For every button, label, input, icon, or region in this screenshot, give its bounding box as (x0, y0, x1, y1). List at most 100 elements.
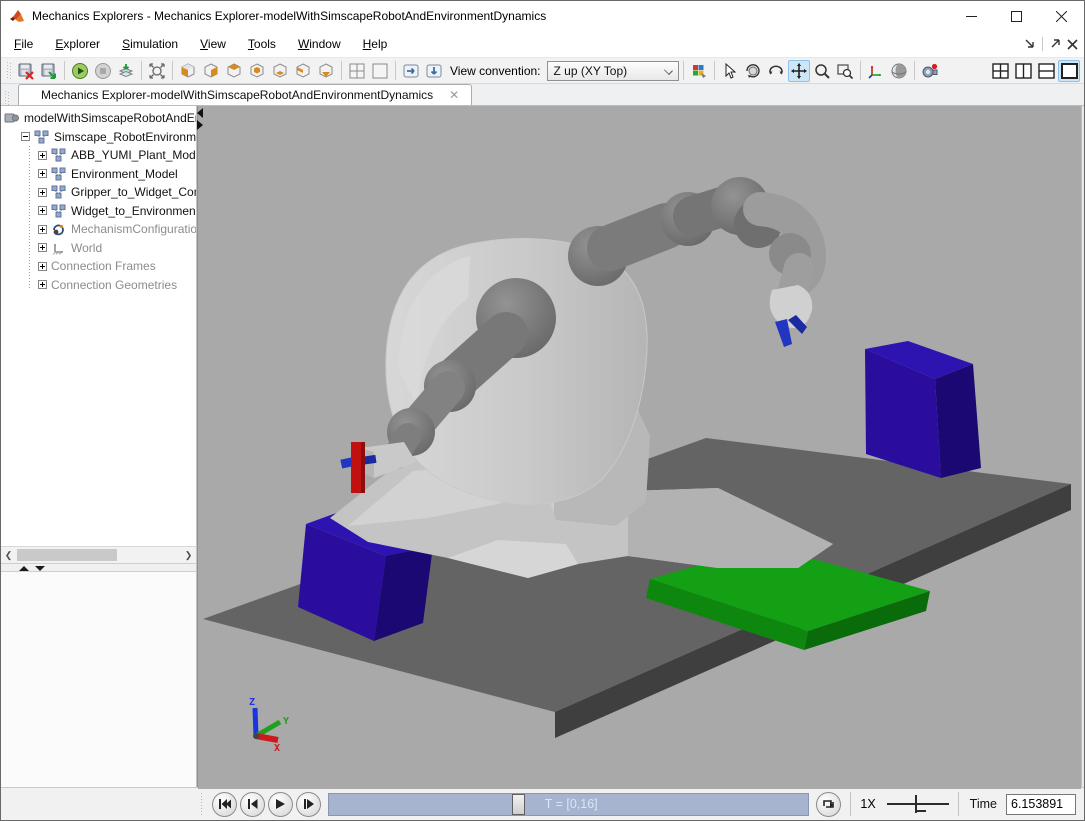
top-view-cube-icon[interactable] (246, 60, 268, 82)
tabbar-grip[interactable] (5, 91, 10, 105)
dock-right-icon[interactable] (400, 60, 422, 82)
play-icon[interactable] (69, 60, 91, 82)
divider (850, 792, 851, 816)
zoom-tool-icon[interactable] (811, 60, 833, 82)
visual-settings-icon[interactable] (688, 60, 710, 82)
3d-viewport[interactable]: Z Y X (197, 106, 1081, 787)
explorer-tab[interactable]: Mechanics Explorer-modelWithSimscapeRobo… (18, 84, 472, 105)
playbar-grip[interactable] (201, 793, 206, 815)
go-to-start-button[interactable] (212, 792, 237, 817)
time-input[interactable] (1006, 794, 1076, 815)
splitter-collapse-left-icon[interactable] (197, 108, 203, 118)
minimize-button[interactable] (949, 1, 994, 31)
close-button[interactable] (1039, 1, 1084, 31)
scroll-left-icon[interactable]: ❮ (2, 549, 15, 562)
menu-item[interactable]: Window (287, 32, 352, 56)
view-convention-dropdown[interactable]: Z up (XY Top) (547, 61, 679, 81)
tree-toggle[interactable] (38, 151, 47, 160)
menu-item[interactable]: Explorer (44, 32, 111, 56)
view-convention-label: View convention: (450, 64, 541, 78)
playback-bar: T = [0,16] 1X Time (1, 787, 1084, 820)
fit-to-view-icon[interactable] (146, 60, 168, 82)
layout-single-icon[interactable] (1058, 60, 1080, 82)
tree-toggle[interactable] (38, 225, 47, 234)
tree-item-icon (51, 185, 67, 199)
stop-icon[interactable] (92, 60, 114, 82)
tree-toggle[interactable] (38, 280, 47, 289)
dock-arrow-icon[interactable] (1024, 38, 1036, 50)
tree-toggle[interactable] (38, 188, 47, 197)
panel-splitter[interactable] (1, 563, 196, 572)
tree-item-label: Widget_to_Environment_Contact (71, 204, 196, 218)
step-forward-button[interactable] (296, 792, 321, 817)
time-slider-thumb[interactable] (512, 794, 525, 815)
side-view-cube-icon[interactable] (292, 60, 314, 82)
tree-item[interactable]: World (1, 239, 196, 258)
view-ball-icon[interactable] (888, 60, 910, 82)
scroll-right-icon[interactable]: ❯ (182, 549, 195, 562)
undock-arrow-icon[interactable] (1049, 38, 1061, 50)
iso-view-cube-icon[interactable] (177, 60, 199, 82)
show-triad-icon[interactable] (865, 60, 887, 82)
four-pane-view-icon[interactable] (346, 60, 368, 82)
tree-toggle[interactable] (38, 262, 47, 271)
menu-item[interactable]: Simulation (111, 32, 189, 56)
splitter-expand-right-icon[interactable] (197, 120, 203, 130)
tree-item[interactable]: Connection Frames (1, 257, 196, 276)
tree-item[interactable]: MechanismConfiguration (1, 220, 196, 239)
roll-tool-icon[interactable] (765, 60, 787, 82)
tree-item[interactable]: Environment_Model (1, 165, 196, 184)
single-pane-view-icon[interactable] (369, 60, 391, 82)
tree-toggle[interactable] (21, 132, 30, 141)
time-slider-track[interactable]: T = [0,16] (328, 793, 809, 816)
tree-toggle[interactable] (38, 243, 47, 252)
layout-hsplit-icon[interactable] (1035, 60, 1057, 82)
time-range-label: T = [0,16] (545, 797, 598, 811)
tree-toggle[interactable] (38, 206, 47, 215)
tree-horizontal-scrollbar[interactable]: ❮ ❯ (1, 546, 196, 563)
toolbar-grip[interactable] (7, 62, 12, 80)
layout-grid-icon[interactable] (989, 60, 1011, 82)
step-back-button[interactable] (240, 792, 265, 817)
export-model-icon[interactable] (38, 60, 60, 82)
menubar: FileExplorerSimulationViewToolsWindowHel… (1, 31, 1084, 58)
front-view-cube-icon[interactable] (200, 60, 222, 82)
layout-vsplit-icon[interactable] (1012, 60, 1034, 82)
divider (958, 792, 959, 816)
dock-down-icon[interactable] (423, 60, 445, 82)
orbit-tool-icon[interactable] (742, 60, 764, 82)
tree-item[interactable]: Connection Geometries (1, 276, 196, 295)
tree-item-label: World (71, 241, 102, 255)
bottom-view-cube-icon[interactable] (269, 60, 291, 82)
record-video-icon[interactable] (919, 60, 941, 82)
menu-item[interactable]: Help (352, 32, 399, 56)
tree-item[interactable]: Widget_to_Environment_Contact (1, 202, 196, 221)
speed-slider[interactable] (887, 793, 949, 815)
menu-item[interactable]: Tools (237, 32, 287, 56)
select-tool-icon[interactable] (719, 60, 741, 82)
save-model-icon[interactable] (15, 60, 37, 82)
menu-item[interactable]: View (189, 32, 237, 56)
play-button[interactable] (268, 792, 293, 817)
tab-close-icon[interactable]: ✕ (449, 89, 459, 101)
divider (860, 61, 861, 80)
back-view-cube-icon[interactable] (223, 60, 245, 82)
maximize-button[interactable] (994, 1, 1039, 31)
menu-item[interactable]: File (3, 32, 44, 56)
tree-item[interactable]: ABB_YUMI_Plant_Model (1, 146, 196, 165)
stack-frames-icon[interactable] (115, 60, 137, 82)
tree-item-label: Connection Geometries (51, 278, 177, 292)
tree-viewport-splitter[interactable] (197, 108, 203, 138)
panel-close-icon[interactable] (1067, 39, 1078, 50)
tree-toggle[interactable] (38, 169, 47, 178)
splitter-collapse-up-icon[interactable] (19, 566, 29, 571)
scrollbar-thumb[interactable] (17, 549, 117, 561)
tree-item[interactable]: Gripper_to_Widget_Contact (1, 183, 196, 202)
tree-item[interactable]: modelWithSimscapeRobotAndEnvironmentDyna… (1, 109, 196, 128)
loop-playback-button[interactable] (816, 792, 841, 817)
splitter-collapse-down-icon[interactable] (35, 566, 45, 571)
zoom-region-tool-icon[interactable] (834, 60, 856, 82)
tree-item[interactable]: Simscape_RobotEnvironmentDynamics (1, 128, 196, 147)
corner-view-cube-icon[interactable] (315, 60, 337, 82)
pan-tool-icon[interactable] (788, 60, 810, 82)
